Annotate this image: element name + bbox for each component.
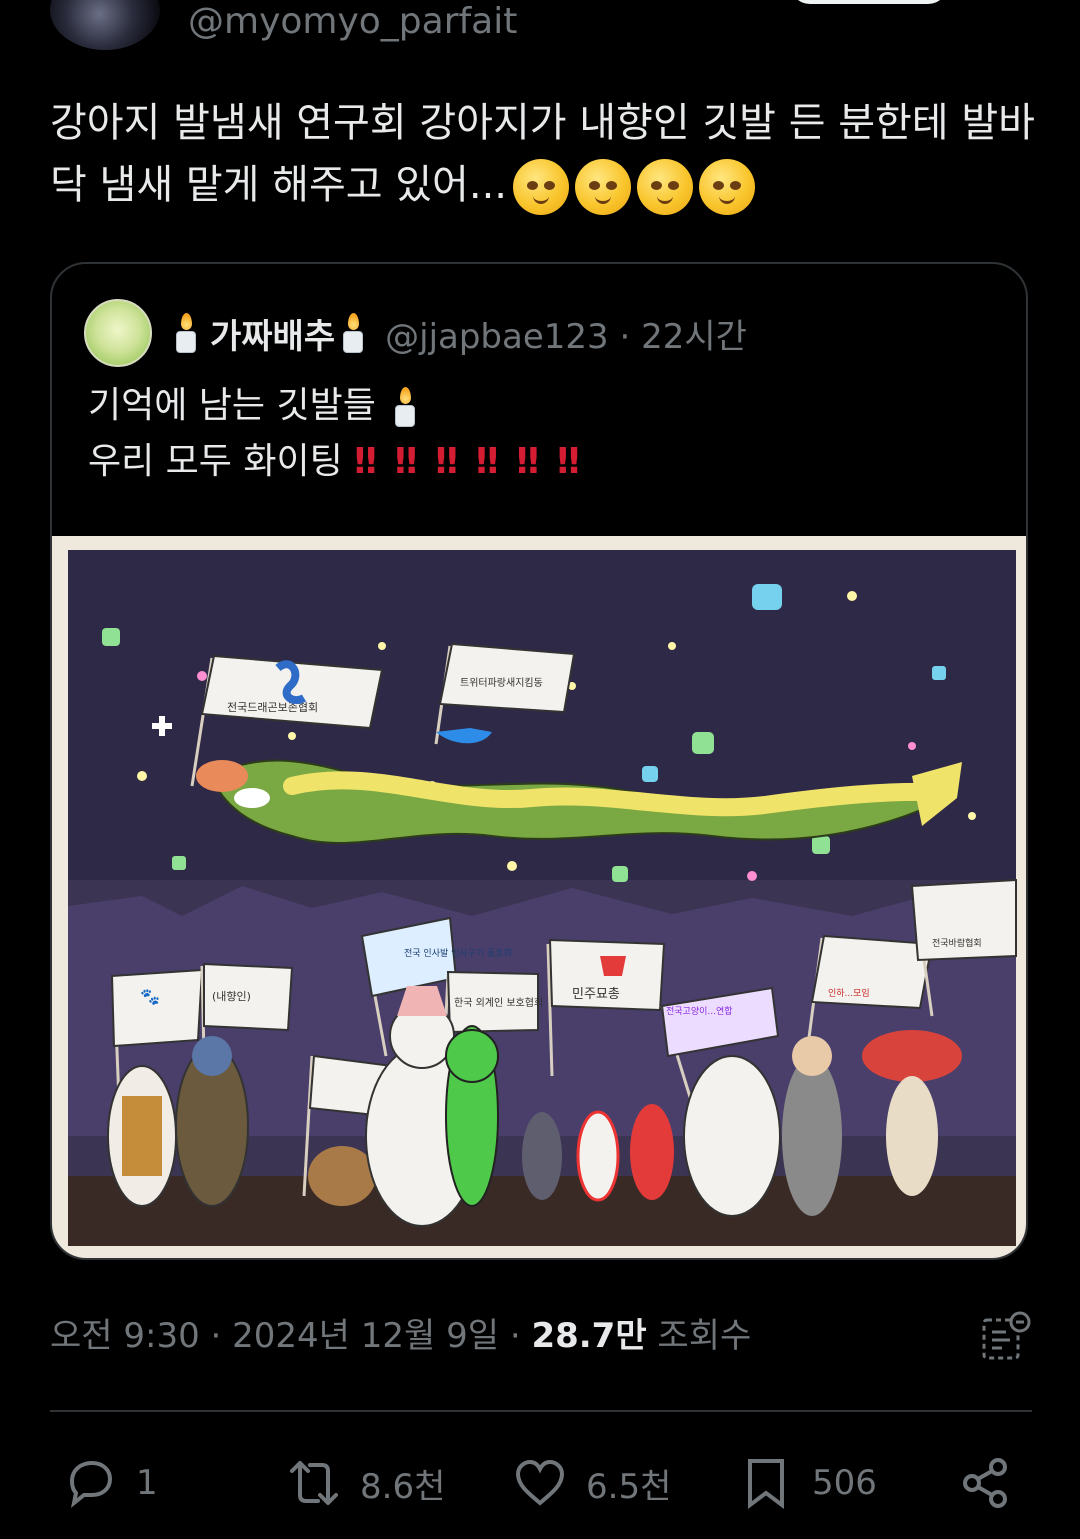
quoted-display-name[interactable]: 가짜배추 <box>210 309 335 358</box>
pleading-face-emoji <box>699 159 756 215</box>
tweet-body: 강아지 발냄새 연구회 강아지가 내향인 깃발 든 분한테 발바닥 냄새 맡게 … <box>50 92 1040 216</box>
author-handle[interactable]: @myomyo_parfait <box>188 0 517 44</box>
divider <box>50 1410 1032 1412</box>
timestamp[interactable]: 오전 9:30 · 2024년 12월 9일 · <box>50 1316 531 1356</box>
views-count: 28.7만 <box>531 1316 647 1356</box>
quoted-text: 기억에 남는 깃발들 우리 모두 화이팅 ‼ ‼ ‼ ‼ ‼ ‼ <box>88 378 598 490</box>
double-exclamation-emoji: ‼ <box>354 441 376 482</box>
candle-icon <box>174 313 198 353</box>
flag-label: 인하...모임 <box>828 987 870 999</box>
quoted-image[interactable]: 전국드래곤보존협회 트위터파랑새지킴동 🐾 (내향인) 전국 인사발 인사구기 … <box>52 536 1028 1260</box>
flag-label: 한국 외계인 보호협회 <box>454 996 543 1009</box>
flag-label: 전국고양이...연합 <box>666 1006 733 1017</box>
flag-label: 민주묘총 <box>572 987 620 1002</box>
double-exclamation-emoji: ‼ <box>435 441 457 482</box>
retweet-count: 8.6천 <box>360 1466 446 1507</box>
author-avatar[interactable] <box>50 0 160 50</box>
like-button[interactable]: 6.5천 <box>512 1448 671 1518</box>
quoted-line-1: 기억에 남는 깃발들 <box>88 385 376 426</box>
views-label: 조회수 <box>646 1316 752 1356</box>
like-count: 6.5천 <box>586 1466 672 1507</box>
flag-label: 전국 인사발 인사구기 동호회 <box>404 948 512 959</box>
like-icon <box>515 1459 565 1506</box>
pleading-face-emoji <box>513 159 570 215</box>
flag-label: (내향인) <box>212 990 251 1003</box>
reply-button[interactable]: 1 <box>62 1448 158 1518</box>
quoted-tweet[interactable]: 가짜배추 @jjapbae123 · 22시간 기억에 남는 깃발들 우리 모두… <box>50 262 1028 1260</box>
quoted-avatar[interactable] <box>84 299 152 367</box>
exclamation-group: ‼ ‼ ‼ ‼ ‼ ‼ <box>354 441 597 482</box>
bookmark-button[interactable]: 506 <box>738 1448 877 1518</box>
flag-label: 전국드래곤보존협회 <box>227 701 318 714</box>
flag-label: 전국바람협회 <box>932 937 982 949</box>
svg-text:🐾: 🐾 <box>140 987 160 1006</box>
quoted-line-2: 우리 모두 화이팅 <box>88 441 343 482</box>
double-exclamation-emoji: ‼ <box>557 441 579 482</box>
retweet-icon <box>290 1461 338 1505</box>
reply-icon <box>69 1460 113 1508</box>
retweet-button[interactable]: 8.6천 <box>286 1448 445 1518</box>
tweet-meta: 오전 9:30 · 2024년 12월 9일 · 28.7만 조회수 <box>50 1310 751 1362</box>
candle-icon <box>393 387 417 427</box>
share-icon <box>963 1458 1007 1508</box>
share-button[interactable] <box>958 1448 1032 1518</box>
action-bar: 1 8.6천 6.5천 506 <box>50 1448 1032 1518</box>
candle-icon <box>341 313 365 353</box>
follow-button[interactable] <box>790 0 948 4</box>
pleading-face-emoji <box>575 159 632 215</box>
reply-count: 1 <box>136 1463 158 1503</box>
flag-label: 트위터파랑새지킴동 <box>460 676 543 689</box>
emoji-group <box>513 159 756 215</box>
analytics-icon[interactable] <box>980 1310 1032 1362</box>
double-exclamation-emoji: ‼ <box>394 441 417 482</box>
bookmark-count: 506 <box>812 1463 877 1503</box>
bookmark-icon <box>748 1459 784 1509</box>
double-exclamation-emoji: ‼ <box>516 441 539 482</box>
quoted-header: 가짜배추 @jjapbae123 · 22시간 <box>84 298 747 368</box>
quoted-handle: @jjapbae123 · 22시간 <box>385 316 747 357</box>
pleading-face-emoji <box>637 159 694 215</box>
double-exclamation-emoji: ‼ <box>475 441 498 482</box>
